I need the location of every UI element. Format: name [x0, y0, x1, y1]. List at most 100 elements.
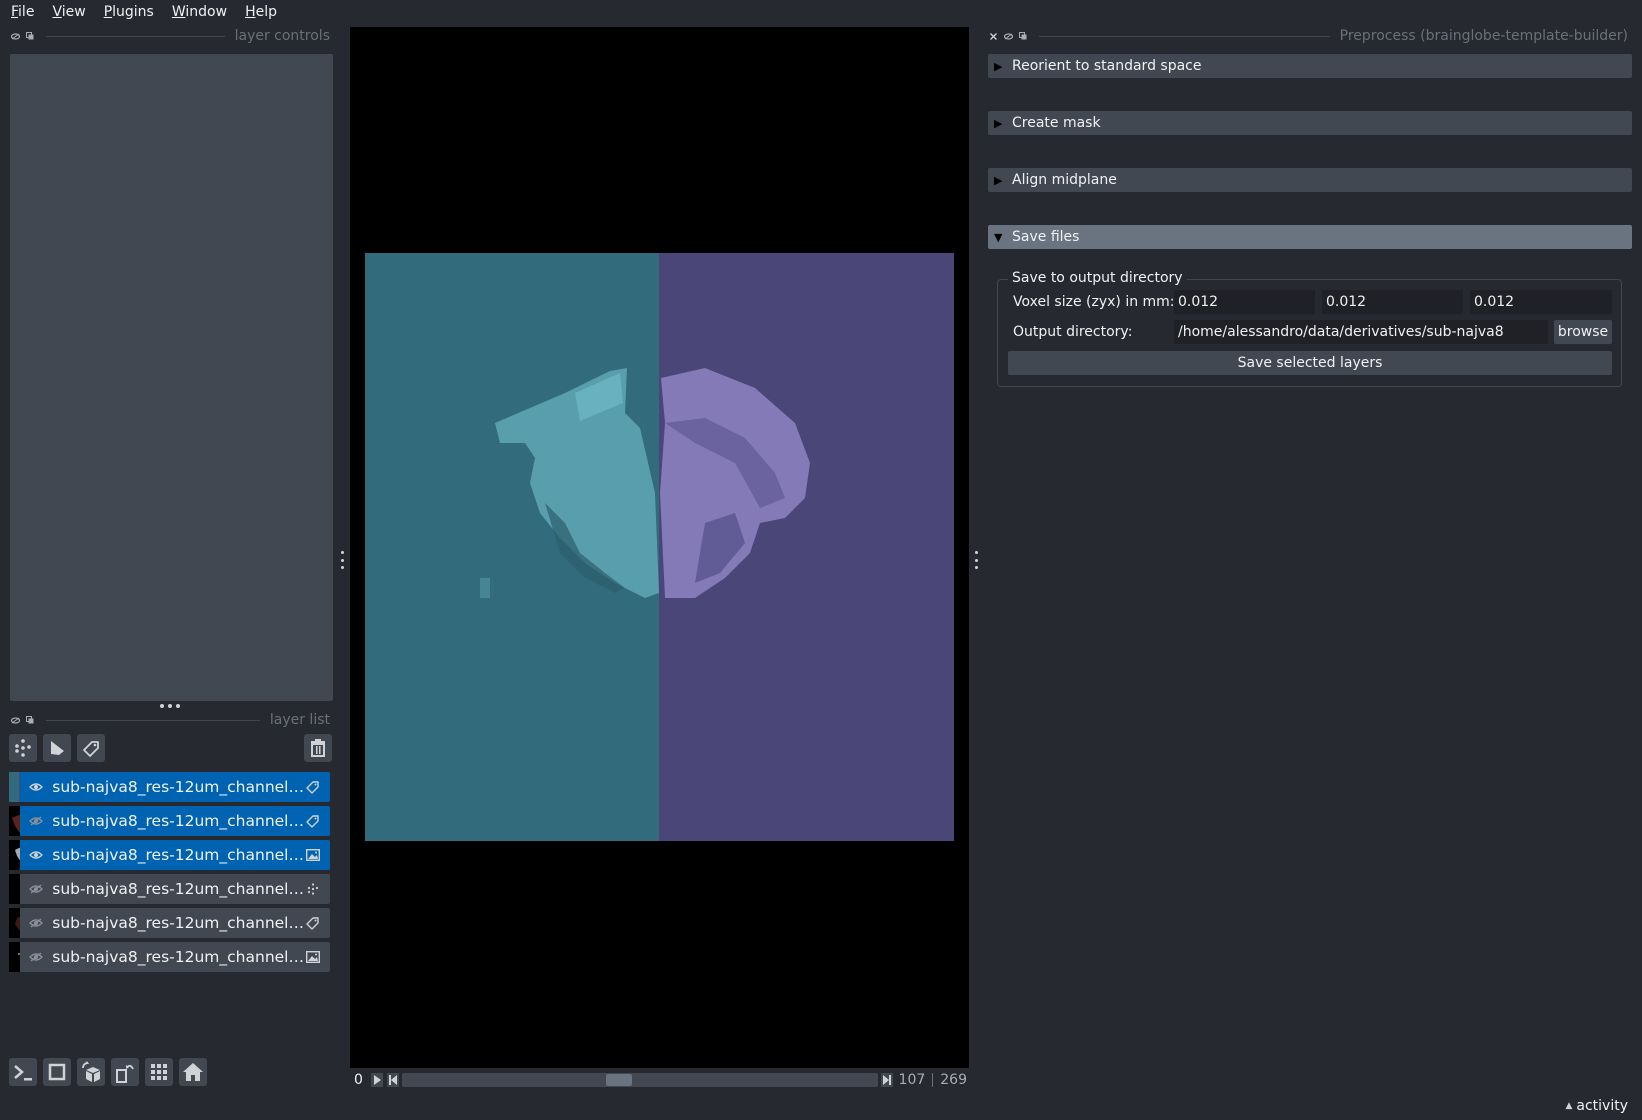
- new-labels-layer-button[interactable]: [77, 734, 105, 762]
- layer-name: sub-najva8_res-12um_channel…: [52, 880, 304, 898]
- trash-icon: [311, 739, 325, 757]
- splitter-dot: [975, 566, 978, 569]
- right-dock-splitter-handle[interactable]: [975, 551, 979, 569]
- dock-title-divider: [46, 719, 260, 721]
- layer-list-title: layer list: [269, 712, 330, 728]
- dock-float-icon[interactable]: [10, 31, 20, 41]
- label-tag-icon: [83, 741, 99, 757]
- toggle-ndisplay-button[interactable]: [43, 1058, 71, 1086]
- menu-help-label: elp: [255, 4, 277, 20]
- layer-row-body[interactable]: sub-najva8_res-12um_channel…: [20, 908, 330, 938]
- voxel-size-label: Voxel size (zyx) in mm:: [1013, 294, 1175, 310]
- labels-layer-type-icon: [304, 778, 322, 796]
- new-shapes-layer-button[interactable]: [43, 734, 71, 762]
- dims-current-value[interactable]: 107: [899, 1072, 926, 1088]
- menu-file-label: ile: [18, 4, 35, 20]
- image-layer-type-icon: [304, 846, 322, 864]
- section-save-files-header[interactable]: ▼ Save files: [988, 225, 1632, 249]
- menu-help[interactable]: Help: [242, 4, 280, 20]
- terminal-icon: [14, 1065, 32, 1081]
- section-reorient-header[interactable]: ▶ Reorient to standard space: [988, 54, 1632, 78]
- left-dock-splitter-handle[interactable]: [341, 551, 345, 569]
- collapsed-arrow-icon: ▶: [994, 116, 1003, 130]
- dims-separator: [932, 1073, 934, 1087]
- eye-slash-icon[interactable]: [28, 915, 44, 931]
- dock-undock-icon[interactable]: [25, 715, 35, 725]
- layer-row[interactable]: sub-najva8_res-12um_channel…: [9, 942, 330, 972]
- delete-layer-button[interactable]: [304, 734, 332, 762]
- close-icon[interactable]: [988, 31, 998, 41]
- roll-cube-icon: [82, 1061, 100, 1082]
- output-directory-input[interactable]: /home/alessandro/data/derivatives/sub-na…: [1174, 320, 1548, 344]
- eye-slash-icon[interactable]: [28, 881, 44, 897]
- menu-window[interactable]: Window: [169, 4, 230, 20]
- layer-row[interactable]: sub-najva8_res-12um_channel…: [9, 874, 330, 904]
- dock-undock-icon[interactable]: [1018, 31, 1028, 41]
- eye-icon[interactable]: [28, 779, 44, 795]
- dims-slider-track[interactable]: [401, 1073, 878, 1087]
- layer-row[interactable]: sub-najva8_res-12um_channel…: [9, 806, 330, 836]
- layer-controls-splitter-handle[interactable]: [160, 704, 180, 712]
- eye-slash-icon[interactable]: [28, 949, 44, 965]
- voxel-size-x-input[interactable]: 0.012: [1470, 290, 1612, 314]
- layer-thumbnail: [9, 806, 21, 836]
- transpose-dims-button[interactable]: [111, 1058, 139, 1086]
- new-points-layer-button[interactable]: [9, 734, 37, 762]
- layer-row[interactable]: sub-najva8_res-12um_channel…: [9, 840, 330, 870]
- layer-thumbnail: [9, 772, 21, 802]
- menu-file-mnemonic: F: [11, 4, 19, 20]
- layer-row[interactable]: sub-najva8_res-12um_channel…: [9, 772, 330, 802]
- menu-file[interactable]: File: [8, 4, 37, 20]
- play-icon: [373, 1075, 381, 1085]
- eye-icon[interactable]: [28, 847, 44, 863]
- step-back-button[interactable]: [386, 1073, 399, 1087]
- layer-list-titlebar: layer list: [10, 712, 330, 728]
- layer-name: sub-najva8_res-12um_channel…: [52, 914, 304, 932]
- section-reorient-label: Reorient to standard space: [1012, 58, 1202, 74]
- points-layer-type-icon: [304, 880, 322, 898]
- play-button[interactable]: [370, 1073, 383, 1087]
- output-directory-label: Output directory:: [1013, 324, 1133, 340]
- voxel-size-z-input[interactable]: 0.012: [1174, 290, 1315, 314]
- layer-row-body[interactable]: sub-najva8_res-12um_channel…: [20, 942, 330, 972]
- section-create-mask-label: Create mask: [1012, 115, 1101, 131]
- viewer-canvas[interactable]: [350, 27, 969, 1068]
- labels-layer-type-icon: [304, 812, 322, 830]
- activity-toggle[interactable]: ▲ activity: [1565, 1098, 1628, 1114]
- layer-name: sub-najva8_res-12um_channel…: [52, 948, 304, 966]
- menu-plugins[interactable]: Plugins: [101, 4, 157, 20]
- section-create-mask-header[interactable]: ▶ Create mask: [988, 111, 1632, 135]
- layer-thumbnail: [9, 908, 21, 938]
- layer-row[interactable]: sub-najva8_res-12um_channel…: [9, 908, 330, 938]
- console-button[interactable]: [9, 1058, 37, 1086]
- points-icon: [15, 739, 31, 757]
- layer-name: sub-najva8_res-12um_channel…: [52, 846, 304, 864]
- voxel-size-y-input[interactable]: 0.012: [1322, 290, 1463, 314]
- home-button[interactable]: [179, 1058, 207, 1086]
- splitter-dot: [975, 558, 978, 562]
- skip-back-icon: [388, 1075, 397, 1085]
- menu-plugins-mnemonic: P: [103, 4, 113, 20]
- dock-float-icon[interactable]: [10, 715, 20, 725]
- step-forward-button[interactable]: [880, 1073, 893, 1087]
- roll-dims-button[interactable]: [77, 1058, 105, 1086]
- layer-row-body[interactable]: sub-najva8_res-12um_channel…: [20, 772, 330, 802]
- save-selected-layers-button[interactable]: Save selected layers: [1008, 351, 1612, 375]
- dims-slider-handle[interactable]: [605, 1074, 632, 1086]
- layer-row-body[interactable]: sub-najva8_res-12um_channel…: [20, 874, 330, 904]
- menu-view[interactable]: View: [49, 4, 88, 20]
- layer-row-body[interactable]: sub-najva8_res-12um_channel…: [20, 840, 330, 870]
- splitter-dot: [168, 704, 172, 708]
- section-align-midplane-header[interactable]: ▶ Align midplane: [988, 168, 1632, 192]
- caret-up-icon: ▲: [1565, 1101, 1573, 1111]
- dock-undock-icon[interactable]: [25, 31, 35, 41]
- menu-view-mnemonic: V: [52, 4, 62, 20]
- grid-mode-button[interactable]: [145, 1058, 173, 1086]
- browse-button[interactable]: browse: [1554, 320, 1612, 344]
- layer-row-body[interactable]: sub-najva8_res-12um_channel…: [20, 806, 330, 836]
- menu-bar: File View Plugins Window Help: [0, 0, 1642, 24]
- dock-float-icon[interactable]: [1003, 31, 1013, 41]
- skip-forward-icon: [882, 1075, 891, 1085]
- splitter-dot: [341, 566, 344, 569]
- eye-slash-icon[interactable]: [28, 813, 44, 829]
